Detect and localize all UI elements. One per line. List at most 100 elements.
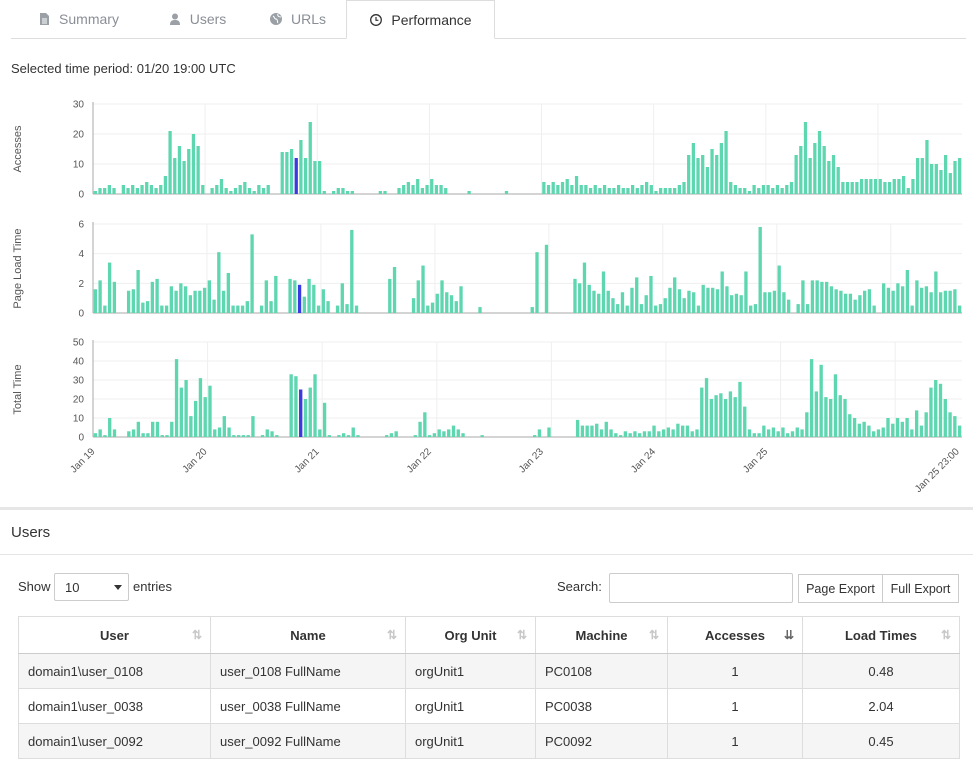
chart-bar (136, 269, 140, 313)
chart-bar (790, 431, 795, 437)
chart-bar (900, 286, 905, 313)
chart-bar (434, 185, 439, 194)
chart-bar (266, 185, 270, 194)
chart-bar (174, 290, 178, 313)
chart-bar (852, 418, 857, 437)
chart-bar (768, 292, 772, 313)
chart-bar (671, 429, 675, 437)
tab-summary[interactable]: Summary (11, 0, 145, 38)
chart-bar (806, 304, 810, 313)
cell-accesses: 1 (667, 723, 803, 759)
chart-bar (264, 280, 268, 313)
chart-bar (587, 284, 591, 313)
search-input[interactable] (609, 573, 793, 603)
chart-bar (384, 435, 389, 437)
cell-org-unit: orgUnit1 (405, 723, 536, 759)
chart-bar (575, 419, 580, 437)
chart-bar (795, 427, 799, 437)
chart-bar (733, 185, 738, 194)
column-header-user[interactable]: User ⇅ (18, 616, 211, 654)
chart-bar (841, 182, 845, 194)
chart-bar (196, 146, 200, 194)
chart-bar (599, 429, 604, 437)
full-export-button[interactable]: Full Export (882, 574, 959, 603)
chart-bar (905, 269, 910, 313)
chart-bar (179, 283, 183, 313)
table-row[interactable]: domain1\user_0092 user_0092 FullName org… (18, 723, 960, 759)
chart-bar (247, 188, 252, 194)
chart-bar (635, 188, 639, 194)
chart-bar (570, 185, 574, 194)
chart-bar (542, 182, 546, 194)
chart-bar (616, 185, 621, 194)
chart-bar (394, 431, 398, 437)
column-header-label: User (100, 627, 129, 643)
chart-bar (170, 421, 174, 437)
chart-bar (210, 188, 214, 194)
chart-bar (378, 191, 382, 194)
chart-bar (93, 289, 98, 313)
y-tick-label: 50 (73, 338, 85, 349)
column-header-name[interactable]: Name ⇅ (210, 616, 406, 654)
chart-bar (598, 188, 602, 194)
table-row[interactable]: domain1\user_0038 user_0038 FullName org… (18, 688, 960, 724)
chart-bar (331, 191, 336, 194)
chart-bar (661, 429, 666, 437)
tab-users[interactable]: Users (145, 0, 249, 38)
chart-bar (658, 304, 663, 313)
chart-bar (112, 188, 116, 194)
chart-bar (160, 305, 164, 313)
y-tick-label: 30 (73, 100, 85, 111)
chart-bar (193, 290, 197, 313)
chart-bar (238, 185, 242, 194)
page-size-select[interactable]: 10 (54, 573, 129, 601)
chart-bar (224, 188, 228, 194)
chart-bar (112, 281, 117, 313)
chart-bar (131, 289, 136, 313)
tab-urls[interactable]: URLs (249, 0, 346, 38)
sort-icon: ⇅ (191, 628, 202, 642)
table-row[interactable]: domain1\user_0108 user_0108 FullName org… (18, 653, 960, 689)
chart-bar (198, 378, 203, 437)
chart-bar (246, 435, 250, 437)
chart-bar (609, 429, 613, 437)
chart-bar (313, 374, 317, 437)
chart-bar (219, 179, 224, 194)
column-header-org-unit[interactable]: Org Unit ⇅ (405, 616, 536, 654)
chart-bar (873, 179, 878, 194)
chart-bar (642, 431, 647, 437)
chart-bar (639, 304, 644, 313)
chart-bar (796, 304, 800, 313)
chart-bar (666, 427, 671, 437)
chart-bar (839, 290, 843, 313)
y-tick-label: 20 (73, 130, 85, 141)
chart-bar (720, 271, 724, 313)
chart-bar (261, 188, 266, 194)
chart-bar (221, 290, 226, 313)
chart-bar (93, 433, 98, 437)
chart-bar (573, 278, 577, 313)
tab-performance[interactable]: Performance (346, 0, 495, 39)
page-export-button[interactable]: Page Export (798, 574, 883, 603)
chart-bar (663, 298, 667, 313)
column-header-accesses[interactable]: Accesses ⇊ (667, 616, 803, 654)
chart-bar (426, 305, 430, 313)
chart-bar (582, 262, 587, 313)
chart-bar (449, 295, 454, 313)
column-header-machine[interactable]: Machine ⇅ (535, 616, 668, 654)
chart-bar (336, 188, 340, 194)
chart-bar (824, 397, 828, 437)
chart-bar (810, 280, 815, 313)
chart-bar (938, 383, 943, 437)
chart-bar (430, 179, 434, 194)
chart-bar (820, 281, 824, 313)
chart-bar (853, 299, 857, 313)
chart-bar (439, 185, 443, 194)
chart-bar (98, 429, 102, 437)
chart-bar (354, 305, 359, 313)
chart-bar (602, 185, 607, 194)
chart-bar (743, 406, 747, 437)
column-header-load-times[interactable]: Load Times ⇅ (802, 616, 960, 654)
chart-bar (154, 188, 158, 194)
chart-bar (299, 140, 303, 194)
